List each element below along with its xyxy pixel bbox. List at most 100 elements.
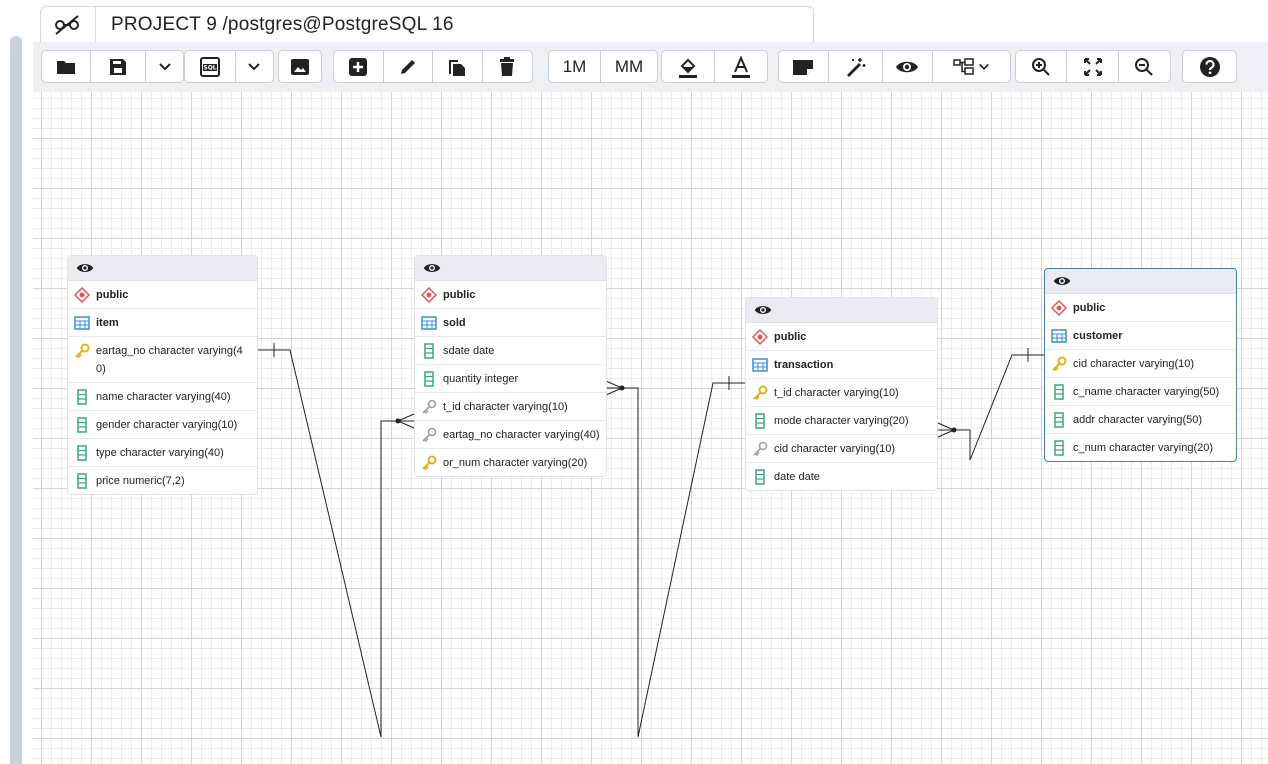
column-row: price numeric(7,2) [68,467,257,494]
column-row: eartag_no character varying(40) [68,337,257,383]
schema-name: public [443,289,476,301]
save-button[interactable] [91,51,146,82]
toolbar: SQL 1M MM [33,42,1268,92]
scrollbar[interactable] [10,36,22,764]
column-icon [755,413,765,429]
entity-header[interactable] [746,298,937,323]
column-name: addr character varying(50) [1073,414,1203,426]
download-image-button[interactable] [279,51,321,82]
text-color-button[interactable] [715,51,767,82]
color-group [661,50,768,83]
column-name: sdate date [443,345,495,357]
magic-wand-icon [847,57,866,77]
many-to-many-button[interactable]: MM [601,51,657,82]
column-row: addr character varying(50) [1045,406,1236,434]
relation-group: 1M MM [548,50,658,83]
help-icon [1199,56,1220,77]
relations-icon [953,57,974,75]
sql-icon: SQL [199,56,220,77]
column-row: or_num character varying(20) [415,449,606,476]
table-icon [421,316,437,330]
view-group [778,50,1011,83]
table-name-row: customer [1045,322,1236,350]
primary-key-icon [75,343,90,359]
zoom-group [1015,50,1171,83]
column-row: t_id character varying(10) [746,379,937,407]
folder-icon [57,60,75,74]
eye-icon [1053,277,1071,285]
table-icon [74,316,90,330]
column-name: mode character varying(20) [774,415,909,427]
column-row: gender character varying(10) [68,411,257,439]
schema-name: public [96,289,129,301]
column-icon [755,469,765,485]
help-button[interactable] [1183,51,1236,82]
zoom-fit-button[interactable] [1067,51,1119,82]
edit-table-button[interactable] [384,51,433,82]
many-to-many-label: MM [614,56,644,76]
column-row: date date [746,463,937,490]
erd-icon [53,13,81,37]
schema-name: public [1073,302,1106,314]
text-color-icon [732,54,750,78]
entity-sold[interactable]: public sold sdate date quantity integer … [414,255,607,477]
fill-color-icon [679,58,697,78]
foreign-key-icon [422,399,437,415]
editor-tab[interactable]: PROJECT 9 /postgres@PostgreSQL 16 [40,6,814,43]
pencil-icon [400,59,415,74]
column-icon [77,389,87,405]
zoom-in-icon [1032,57,1050,76]
column-name: cid character varying(10) [1073,358,1195,370]
save-options-dropdown[interactable] [146,51,183,82]
zoom-fit-icon [1083,57,1102,76]
entity-customer[interactable]: public customer cid character varying(10… [1044,268,1237,462]
entity-item[interactable]: public item eartag_no character varying(… [67,255,258,495]
entity-header[interactable] [1045,269,1236,294]
add-table-button[interactable] [334,51,384,82]
schema-name: public [774,331,807,343]
clone-icon [449,59,466,76]
fill-color-button[interactable] [662,51,715,82]
generate-sql-button[interactable]: SQL [185,51,236,82]
column-icon [1054,440,1064,456]
column-name: price numeric(7,2) [96,475,185,487]
clone-table-button[interactable] [433,51,483,82]
column-row: sdate date [415,337,606,365]
table-name-row: sold [415,309,606,337]
table-name: item [96,317,119,329]
eye-icon [754,306,772,314]
foreign-key-icon [753,441,768,457]
foreign-key-icon [422,427,437,443]
column-name: or_num character varying(20) [443,457,588,469]
zoom-in-button[interactable] [1016,51,1068,82]
auto-align-button[interactable] [829,51,884,82]
details-dropdown[interactable] [933,51,1010,82]
table-name-row: item [68,309,257,337]
column-icon [424,371,434,387]
column-row: mode character varying(20) [746,407,937,435]
schema-icon [421,287,437,303]
entity-header[interactable] [68,256,257,281]
column-icon [1054,412,1064,428]
table-icon [752,358,768,372]
zoom-out-button[interactable] [1119,51,1170,82]
table-name: sold [443,317,466,329]
open-file-button[interactable] [42,51,91,82]
file-group [41,50,184,83]
schema-row: public [746,323,937,351]
schema-icon [74,287,90,303]
chevron-down-icon [978,63,989,70]
entity-transaction[interactable]: public transaction t_id character varyin… [745,297,938,491]
column-icon [77,445,87,461]
show-details-button[interactable] [883,51,933,82]
entity-header[interactable] [415,256,606,281]
column-icon [1054,384,1064,400]
delete-table-button[interactable] [483,51,533,82]
one-to-many-label: 1M [562,56,587,76]
eye-icon [76,264,94,272]
note-icon [793,59,814,75]
sql-options-dropdown[interactable] [236,51,273,82]
add-note-button[interactable] [779,51,829,82]
one-to-many-button[interactable]: 1M [549,51,602,82]
column-row: cid character varying(10) [746,435,937,463]
